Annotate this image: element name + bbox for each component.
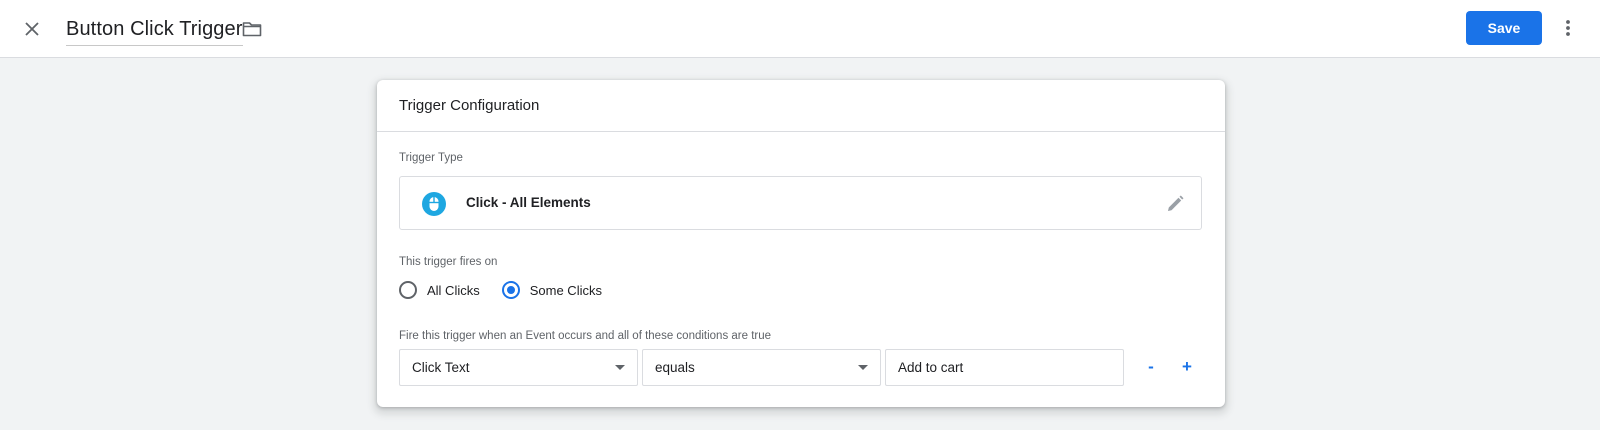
trigger-name-field[interactable]: Button Click Trigger [66,14,243,46]
radio-label: Some Clicks [529,282,602,298]
add-condition-button[interactable]: + [1176,356,1198,378]
fires-on-label: This trigger fires on [399,256,498,268]
remove-condition-button[interactable]: - [1140,356,1162,378]
mouse-icon [422,192,446,216]
condition-variable-value: Click Text [412,360,470,375]
pencil-icon[interactable] [1165,194,1185,214]
radio-unchecked-icon [399,281,417,299]
more-vert-icon[interactable] [1556,14,1580,42]
close-icon[interactable] [18,15,46,43]
conditions-label: Fire this trigger when an Event occurs a… [399,330,772,342]
condition-variable-select[interactable]: Click Text [399,349,638,386]
folder-icon[interactable] [240,17,264,41]
dropdown-arrow-icon [858,365,868,370]
condition-value-input[interactable] [885,349,1124,386]
condition-operator-select[interactable]: equals [642,349,881,386]
trigger-type-selector[interactable]: Click - All Elements [399,176,1202,230]
radio-label: All Clicks [427,282,480,298]
radio-dot [506,286,515,294]
radio-some-clicks[interactable]: Some Clicks [501,281,602,299]
radio-checked-icon [501,281,520,299]
page-title: Button Click Trigger [66,18,243,40]
fires-on-radio-group: All Clicks Some Clicks [399,278,624,302]
condition-operator-value: equals [655,360,695,375]
save-button[interactable]: Save [1466,11,1542,45]
card-title: Trigger Configuration [377,80,1225,132]
dropdown-arrow-icon [615,365,625,370]
trigger-type-name: Click - All Elements [466,195,591,210]
trigger-type-label: Trigger Type [399,152,463,164]
trigger-configuration-card: Trigger Configuration Trigger Type Click… [377,80,1225,407]
top-bar: Button Click Trigger Save [0,0,1600,58]
radio-all-clicks[interactable]: All Clicks [399,281,480,299]
